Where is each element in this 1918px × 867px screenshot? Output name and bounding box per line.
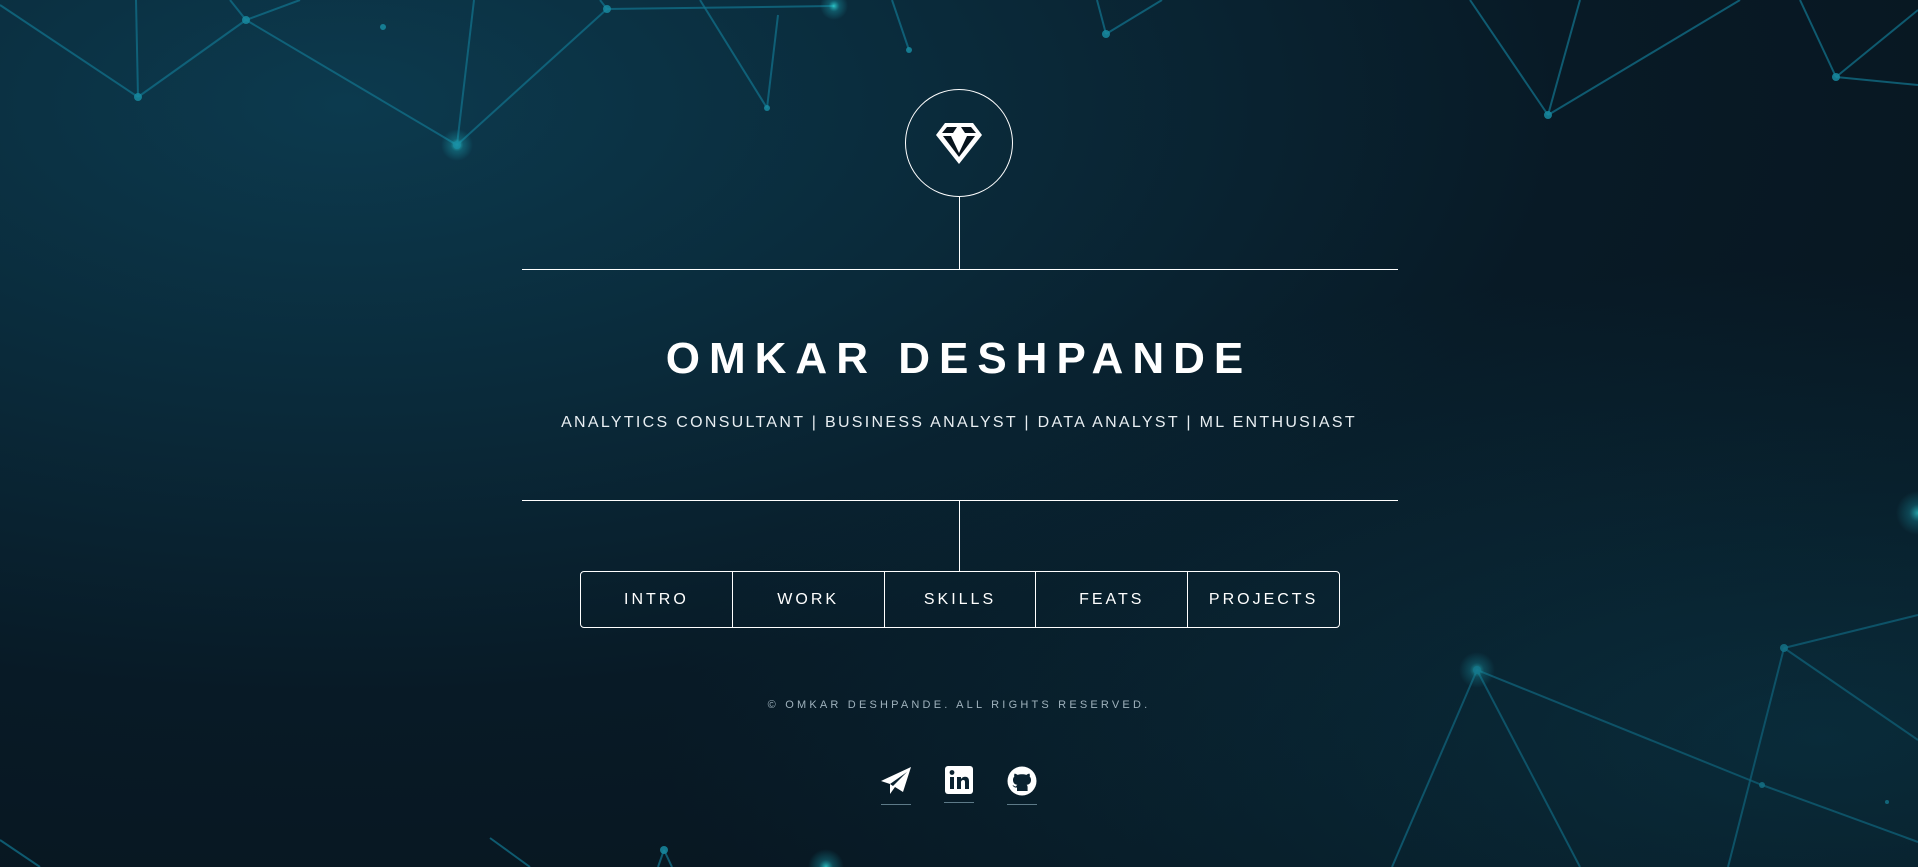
connector-line-top [959, 197, 960, 269]
nav-item-work[interactable]: WORK [733, 572, 885, 627]
github-icon [1007, 766, 1037, 801]
link-underline [881, 804, 911, 805]
main-nav: INTRO WORK SKILLS FEATS PROJECTS [580, 571, 1340, 628]
logo-badge [905, 89, 1013, 197]
link-underline [1007, 804, 1037, 805]
linkedin-link[interactable] [943, 766, 975, 806]
hero: OMKAR DESHPANDE ANALYTICS CONSULTANT | B… [0, 0, 1918, 867]
page-title: OMKAR DESHPANDE [665, 334, 1253, 383]
copyright-text: © OMKAR DESHPANDE. ALL RIGHTS RESERVED. [767, 699, 1151, 711]
tagline: ANALYTICS CONSULTANT | BUSINESS ANALYST … [561, 414, 1357, 431]
nav-item-projects[interactable]: PROJECTS [1188, 572, 1339, 627]
divider-bottom [522, 500, 1398, 501]
link-underline [944, 802, 974, 803]
nav-item-intro[interactable]: INTRO [581, 572, 733, 627]
linkedin-icon [945, 766, 973, 799]
paper-plane-icon [880, 766, 912, 801]
nav-item-skills[interactable]: SKILLS [885, 572, 1037, 627]
diamond-icon [935, 121, 983, 165]
nav-item-feats[interactable]: FEATS [1036, 572, 1189, 627]
telegram-link[interactable] [880, 766, 912, 806]
divider-top [522, 269, 1398, 270]
connector-line-bottom [959, 500, 960, 571]
social-links [880, 766, 1038, 806]
github-link[interactable] [1006, 766, 1038, 806]
